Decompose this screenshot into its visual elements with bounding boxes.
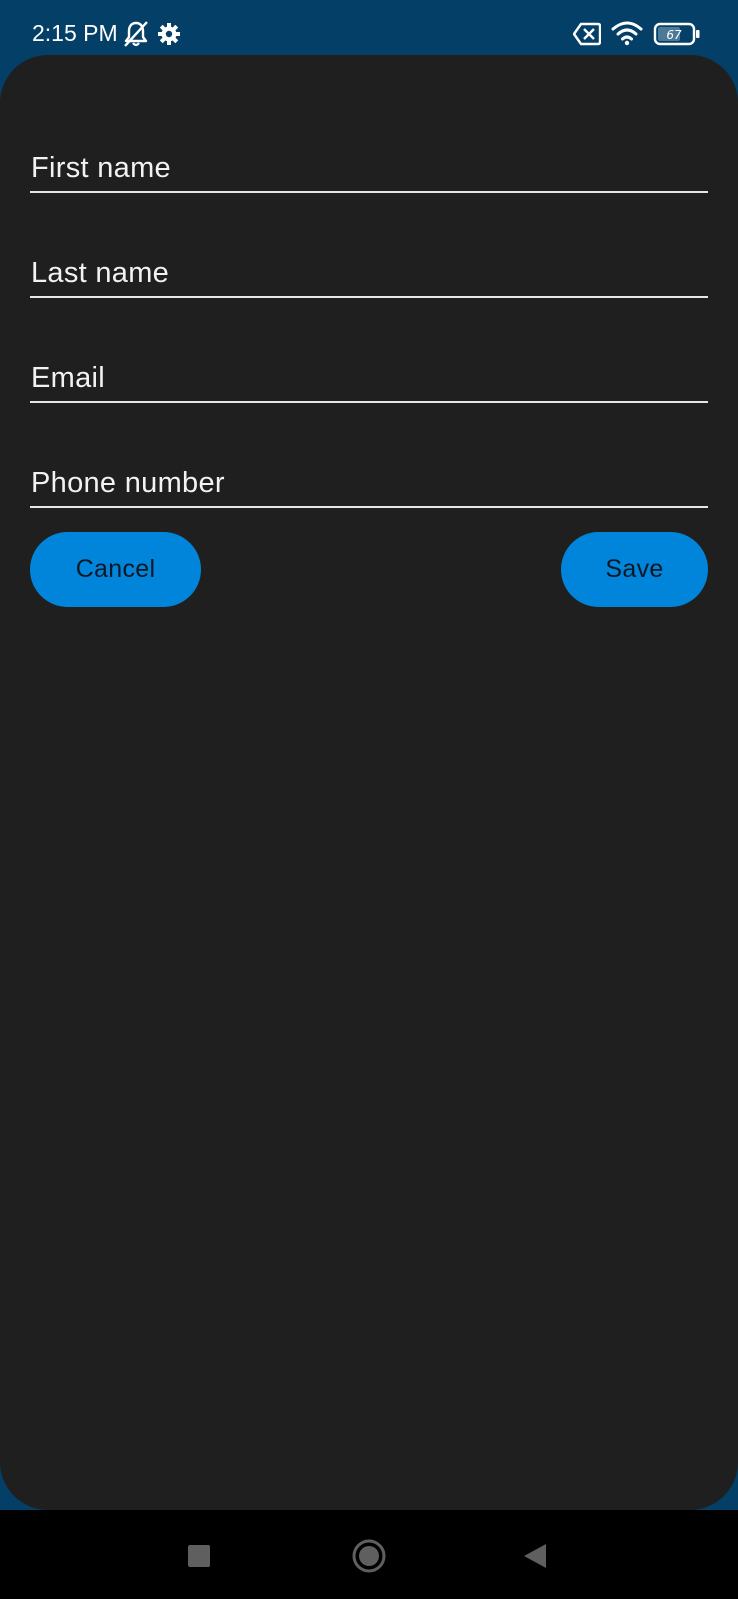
battery-icon: 67 xyxy=(653,22,700,46)
navigation-bar xyxy=(0,1510,738,1599)
email-label: Email xyxy=(31,362,106,394)
phone-number-label: Phone number xyxy=(31,467,225,499)
settings-gear-icon xyxy=(158,23,180,45)
email-field[interactable]: Email xyxy=(30,298,708,403)
first-name-label: First name xyxy=(31,152,171,184)
form-sheet: First name Last name Email Phone number … xyxy=(0,55,738,1510)
battery-level: 67 xyxy=(666,28,682,42)
last-name-label: Last name xyxy=(31,257,170,289)
home-circle-icon[interactable] xyxy=(349,1536,389,1576)
first-name-field[interactable]: First name xyxy=(30,88,708,193)
cancel-button[interactable]: Cancel xyxy=(30,532,201,607)
notifications-off-icon xyxy=(124,21,148,47)
last-name-field[interactable]: Last name xyxy=(30,193,708,298)
recents-square-icon[interactable] xyxy=(179,1536,219,1576)
status-bar: 2:15 PM 67 xyxy=(0,0,738,58)
status-time: 2:15 PM xyxy=(32,20,118,46)
phone-number-field[interactable]: Phone number xyxy=(30,403,708,508)
back-triangle-icon[interactable] xyxy=(516,1536,556,1576)
save-button[interactable]: Save xyxy=(561,532,708,607)
wifi-icon xyxy=(611,21,643,46)
sim-disabled-icon xyxy=(573,22,601,46)
